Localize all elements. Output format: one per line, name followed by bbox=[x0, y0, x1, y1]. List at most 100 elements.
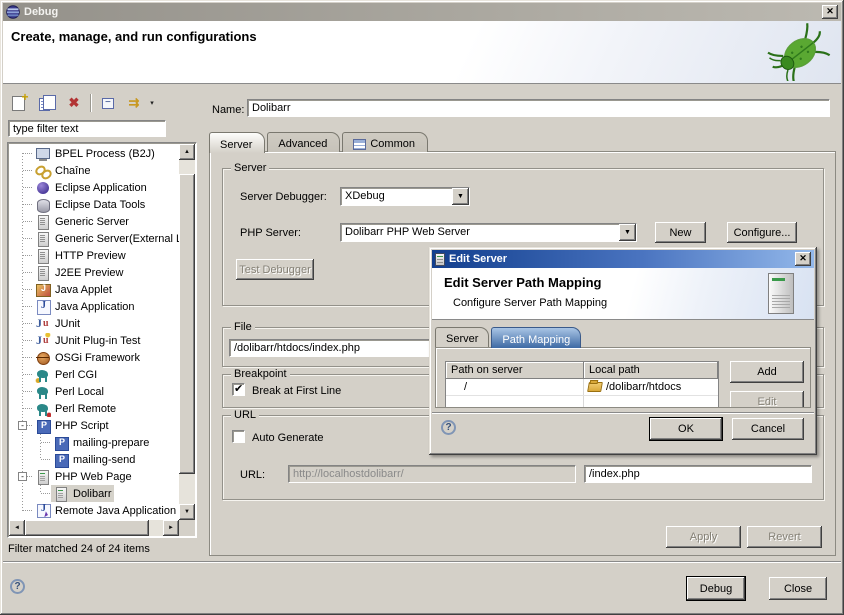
tab-common[interactable]: Common bbox=[342, 132, 428, 152]
tree-item[interactable]: Generic Server bbox=[9, 213, 179, 230]
java-application-icon bbox=[35, 299, 51, 315]
tab-server-settings[interactable]: Server bbox=[435, 327, 489, 347]
column-path-on-server[interactable]: Path on server bbox=[446, 362, 584, 379]
php-web-page-icon bbox=[53, 486, 69, 502]
php-script-icon bbox=[53, 452, 69, 468]
tab-advanced[interactable]: Advanced bbox=[267, 132, 340, 152]
window-titlebar[interactable]: Debug bbox=[3, 3, 841, 21]
help-icon[interactable] bbox=[10, 579, 25, 594]
new-configuration-button[interactable] bbox=[6, 92, 30, 114]
tree-item[interactable]: Eclipse Data Tools bbox=[9, 196, 179, 213]
tree-horizontal-scrollbar[interactable]: ◄ ► bbox=[9, 520, 179, 536]
tree-item-label: Eclipse Data Tools bbox=[54, 199, 145, 211]
tree-rows: BPEL Process (B2J) Chaîne Eclipse Applic… bbox=[9, 145, 179, 520]
tree-item[interactable]: JUnit bbox=[9, 315, 179, 332]
scrollbar-thumb[interactable] bbox=[179, 174, 195, 474]
tree-item-label: PHP Web Page bbox=[54, 471, 132, 483]
dialog-title: Edit Server bbox=[449, 253, 795, 265]
url-path-input[interactable] bbox=[584, 465, 812, 483]
break-first-line-checkbox[interactable] bbox=[232, 383, 245, 396]
table-row[interactable]: / /dolibarr/htdocs bbox=[446, 379, 718, 396]
tree-item[interactable]: mailing-prepare bbox=[9, 434, 179, 451]
tree-item[interactable]: Perl Remote bbox=[9, 400, 179, 417]
delete-button[interactable] bbox=[62, 92, 86, 114]
column-local-path[interactable]: Local path bbox=[584, 362, 718, 379]
tree-item-label: Chaîne bbox=[54, 165, 90, 177]
help-icon[interactable] bbox=[441, 420, 456, 435]
scrollbar-thumb[interactable] bbox=[25, 520, 149, 536]
revert-button[interactable]: Revert bbox=[747, 526, 822, 548]
tree-item-php-web-page[interactable]: PHP Web Page bbox=[9, 468, 179, 485]
ok-button[interactable]: OK bbox=[650, 418, 722, 440]
tree-item-php-script[interactable]: PHP Script bbox=[9, 417, 179, 434]
junit-icon bbox=[35, 316, 51, 332]
path-mapping-table: Path on server Local path / /dolibarr/ht… bbox=[445, 361, 719, 408]
add-mapping-button[interactable]: Add bbox=[730, 361, 804, 383]
new-server-button[interactable]: New bbox=[655, 222, 706, 243]
tree-item[interactable]: HTTP Preview bbox=[9, 247, 179, 264]
name-label: Name: bbox=[212, 104, 244, 116]
close-icon[interactable] bbox=[795, 252, 811, 266]
server-debugger-select[interactable]: XDebug bbox=[340, 187, 470, 206]
tree-item[interactable]: J2EE Preview bbox=[9, 264, 179, 281]
test-debugger-button[interactable]: Test Debugger bbox=[236, 259, 314, 280]
dialog-banner: Edit Server Path Mapping Configure Serve… bbox=[432, 268, 814, 320]
collapse-toggle[interactable] bbox=[18, 421, 27, 430]
eclipse-sphere-icon bbox=[35, 180, 51, 196]
collapse-all-icon bbox=[102, 98, 114, 109]
scroll-down-icon[interactable]: ▼ bbox=[179, 504, 195, 520]
filter-status: Filter matched 24 of 24 items bbox=[8, 543, 150, 555]
tree-vertical-scrollbar[interactable]: ▲ ▼ bbox=[179, 144, 195, 520]
debug-configurations-window: Debug Create, manage, and run configurat… bbox=[0, 0, 844, 615]
scroll-right-icon[interactable]: ► bbox=[163, 520, 179, 536]
filter-input[interactable] bbox=[8, 120, 166, 137]
tree-item[interactable]: Chaîne bbox=[9, 162, 179, 179]
tree-item[interactable]: Perl Local bbox=[9, 383, 179, 400]
tree-item[interactable]: BPEL Process (B2J) bbox=[9, 145, 179, 162]
chevron-down-icon[interactable] bbox=[619, 224, 636, 241]
tree-item[interactable]: Remote Java Application bbox=[9, 502, 179, 519]
tab-server[interactable]: Server bbox=[209, 132, 265, 153]
tree-item-dolibarr[interactable]: Dolibarr bbox=[9, 485, 179, 502]
tree-item-label: J2EE Preview bbox=[54, 267, 123, 279]
tree-item-label: Remote Java Application bbox=[54, 505, 176, 517]
perl-cgi-icon bbox=[35, 367, 51, 383]
tree-item[interactable]: Java Applet bbox=[9, 281, 179, 298]
tree-item[interactable]: mailing-send bbox=[9, 451, 179, 468]
collapse-toggle[interactable] bbox=[18, 472, 27, 481]
cancel-button[interactable]: Cancel bbox=[732, 418, 804, 440]
chevron-down-icon[interactable] bbox=[452, 188, 469, 205]
tree-item[interactable]: Eclipse Application bbox=[9, 179, 179, 196]
edit-mapping-button[interactable]: Edit bbox=[730, 391, 804, 408]
tree-item[interactable]: JUnit Plug-in Test bbox=[9, 332, 179, 349]
osgi-icon bbox=[35, 350, 51, 366]
local-path-cell: /dolibarr/htdocs bbox=[584, 379, 718, 395]
tree-item-label: JUnit bbox=[54, 318, 80, 330]
filter-button[interactable] bbox=[122, 92, 146, 114]
php-server-select[interactable]: Dolibarr PHP Web Server bbox=[340, 223, 637, 242]
close-button[interactable]: Close bbox=[769, 577, 827, 600]
tree-item[interactable]: Perl CGI bbox=[9, 366, 179, 383]
tab-path-mapping[interactable]: Path Mapping bbox=[491, 327, 581, 348]
tree-item-label: Perl Remote bbox=[54, 403, 116, 415]
tree-item[interactable]: OSGi Framework bbox=[9, 349, 179, 366]
page-title: Create, manage, and run configurations bbox=[11, 29, 257, 44]
apply-button[interactable]: Apply bbox=[666, 526, 741, 548]
filter-menu-button[interactable] bbox=[146, 92, 158, 114]
collapse-all-button[interactable] bbox=[96, 92, 120, 114]
server-icon bbox=[35, 214, 51, 230]
auto-generate-checkbox[interactable] bbox=[232, 430, 245, 443]
tree-item[interactable]: Java Application bbox=[9, 298, 179, 315]
scroll-left-icon[interactable]: ◄ bbox=[9, 520, 25, 536]
configure-button[interactable]: Configure... bbox=[727, 222, 797, 243]
tab-label: Common bbox=[370, 138, 415, 150]
name-input[interactable] bbox=[247, 99, 830, 117]
duplicate-button[interactable] bbox=[34, 92, 58, 114]
tree-item[interactable]: Generic Server(External La bbox=[9, 230, 179, 247]
junit-plugin-icon bbox=[35, 333, 51, 349]
scroll-up-icon[interactable]: ▲ bbox=[179, 144, 195, 160]
dialog-titlebar[interactable]: Edit Server bbox=[432, 250, 814, 268]
close-icon[interactable] bbox=[822, 5, 838, 19]
debug-button[interactable]: Debug bbox=[687, 577, 745, 600]
toolbar-separator bbox=[90, 94, 91, 112]
